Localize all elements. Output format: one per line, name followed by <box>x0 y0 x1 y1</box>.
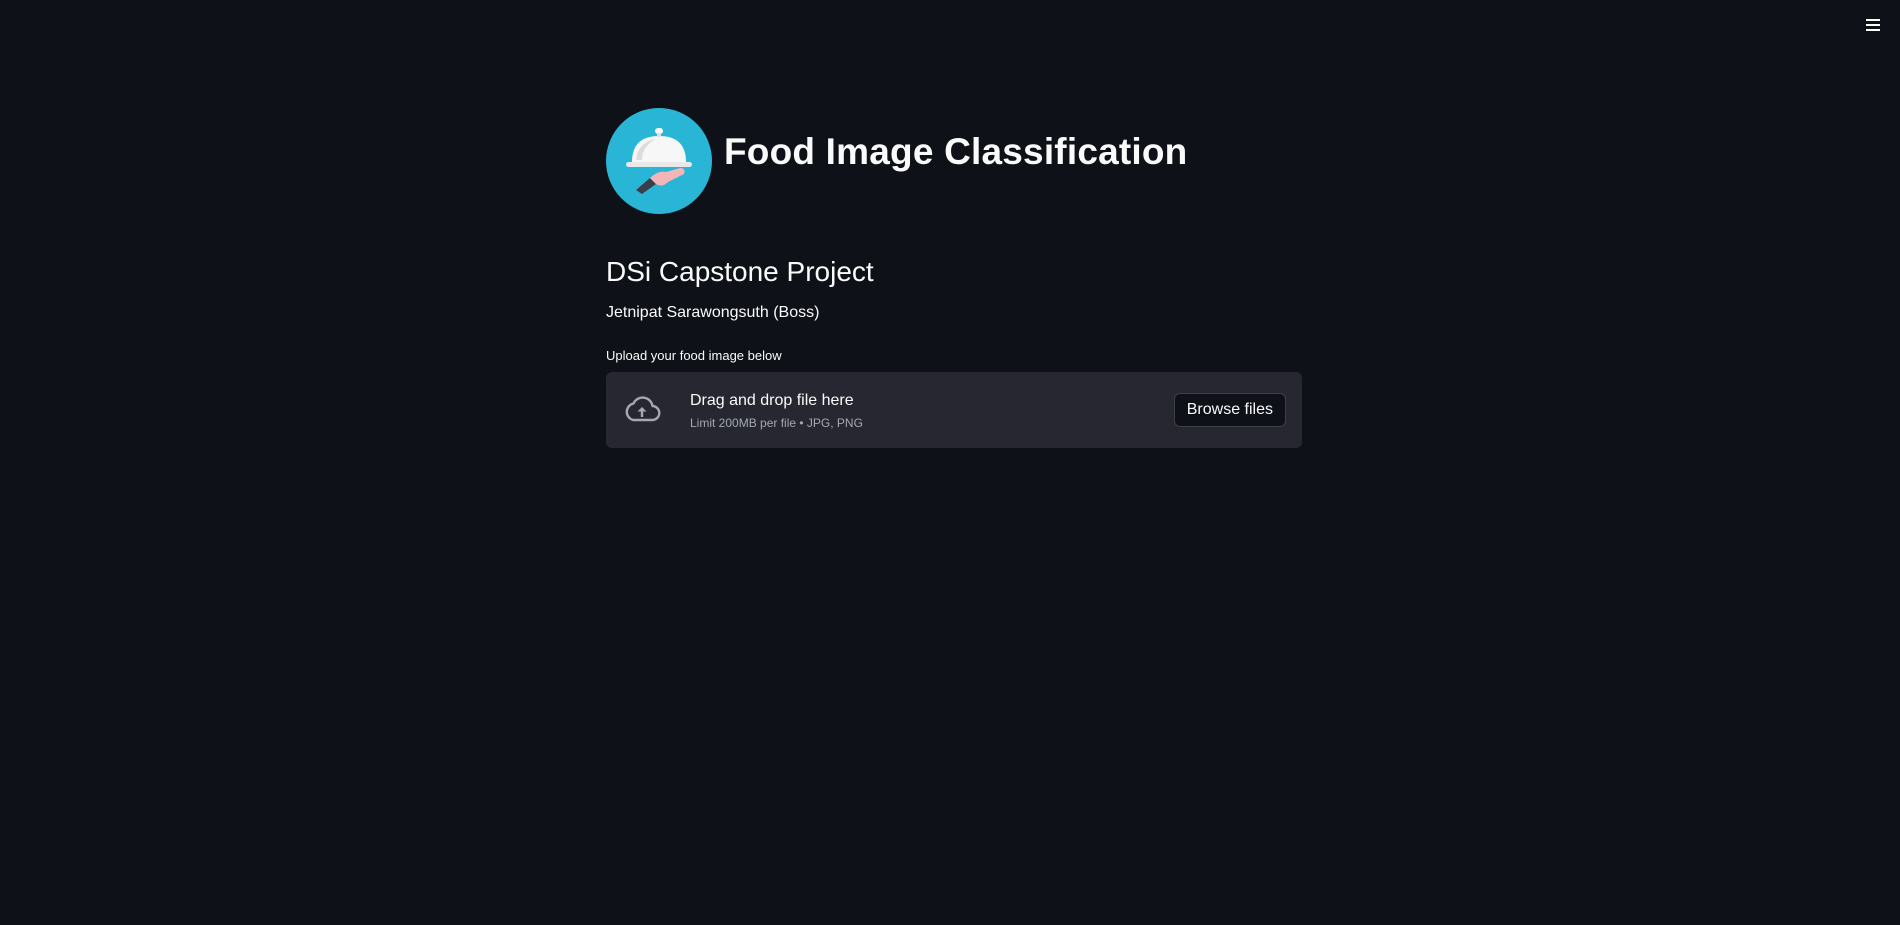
dropzone-limit-text: Limit 200MB per file • JPG, PNG <box>690 415 863 430</box>
main-menu-button[interactable] <box>1862 14 1884 36</box>
app-title: Food Image Classification <box>724 131 1188 172</box>
main-content: Food Image Classification DSi Capstone P… <box>606 108 1302 448</box>
hamburger-menu-icon <box>1866 19 1880 31</box>
author-text: Jetnipat Sarawongsuth (Boss) <box>606 304 820 321</box>
dropzone-instructions: Drag and drop file here <box>690 391 854 409</box>
cloud-upload-icon <box>622 390 662 430</box>
dropzone-text: Drag and drop file here Limit 200MB per … <box>690 391 863 430</box>
browse-files-button[interactable]: Browse files <box>1173 393 1286 427</box>
subheader: DSi Capstone Project <box>606 256 874 287</box>
file-uploader-label: Upload your food image below <box>606 348 782 363</box>
food-cloche-logo <box>606 108 712 214</box>
title-row: Food Image Classification <box>606 108 1302 214</box>
file-dropzone[interactable]: Drag and drop file here Limit 200MB per … <box>606 372 1302 448</box>
